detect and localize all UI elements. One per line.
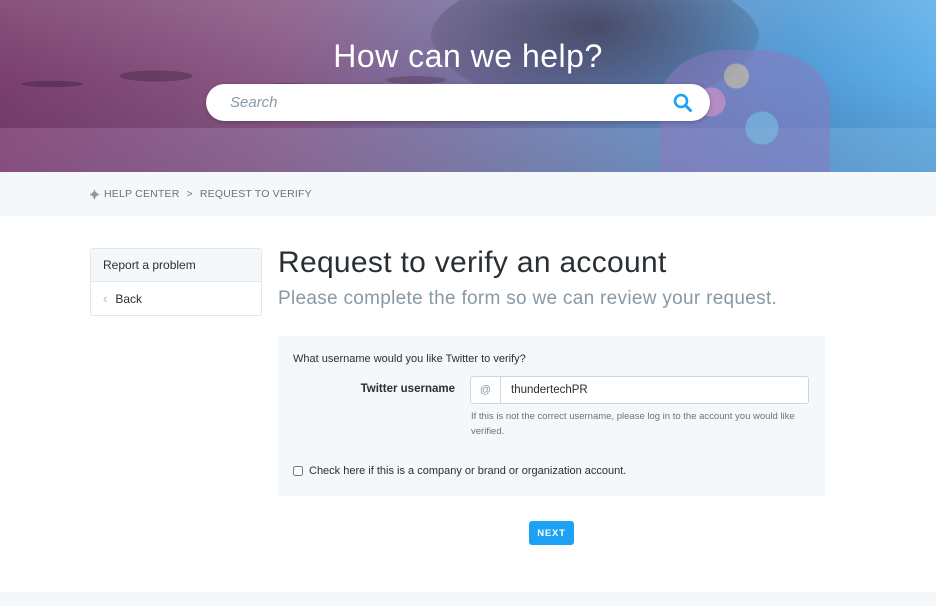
at-prefix: @: [471, 377, 501, 403]
username-question: What username would you like Twitter to …: [293, 353, 526, 365]
gear-icon: [90, 189, 99, 199]
twitter-username-label: Twitter username: [360, 383, 455, 395]
username-help-text: If this is not the correct username, ple…: [471, 411, 795, 437]
twitter-username-field: @: [470, 376, 809, 404]
sidebar: Report a problem ‹ Back: [90, 248, 262, 316]
page-subtitle: Please complete the form so we can revie…: [278, 288, 778, 309]
footer-band: [0, 592, 936, 606]
breadcrumb: HELP CENTER > REQUEST TO VERIFY: [90, 188, 312, 200]
sidebar-item-report-problem[interactable]: Report a problem: [91, 249, 261, 282]
chevron-left-icon: ‹: [103, 291, 108, 306]
breadcrumb-separator: >: [186, 188, 193, 200]
search-box: [206, 84, 710, 121]
next-button[interactable]: NEXT: [529, 521, 574, 545]
organization-checkbox-row[interactable]: Check here if this is a company or brand…: [293, 465, 626, 477]
hero-title: How can we help?: [333, 38, 603, 74]
page-title: Request to verify an account: [278, 246, 667, 279]
organization-checkbox-label: Check here if this is a company or brand…: [309, 465, 627, 477]
sidebar-item-label: Report a problem: [103, 258, 196, 272]
search-icon[interactable]: [672, 92, 694, 114]
search-input[interactable]: [230, 84, 670, 121]
twitter-username-input[interactable]: [501, 377, 808, 403]
sidebar-item-label: Back: [115, 291, 143, 306]
organization-checkbox[interactable]: [293, 466, 303, 476]
breadcrumb-request-to-verify[interactable]: REQUEST TO VERIFY: [200, 188, 312, 200]
breadcrumb-help-center[interactable]: HELP CENTER: [104, 188, 180, 200]
sidebar-item-back[interactable]: ‹ Back: [91, 282, 261, 315]
